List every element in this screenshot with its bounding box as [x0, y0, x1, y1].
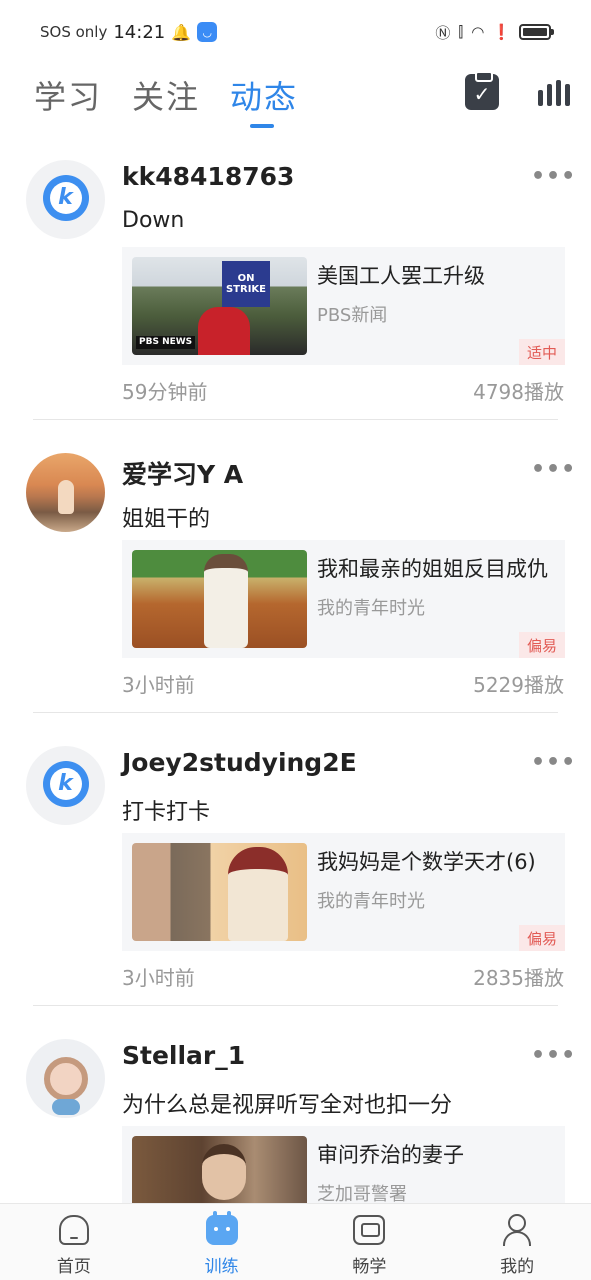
app-logo-pin-icon: k: [42, 760, 89, 816]
carrier-text: SOS only: [40, 23, 108, 41]
divider: [33, 419, 558, 420]
nav-home[interactable]: 首页: [0, 1204, 148, 1280]
difficulty-badge: 偏易: [518, 925, 565, 951]
more-options-icon[interactable]: •••: [531, 164, 576, 189]
status-right: Ⓝ ⫿ ◠ ❗: [435, 22, 554, 43]
battery-icon: [519, 24, 554, 40]
status-left: SOS only 14:21 🔔 ◡: [40, 21, 218, 43]
video-title: 审问乔治的妻子: [317, 1143, 464, 1167]
video-source: 我的青年时光: [317, 891, 425, 912]
vibrate-icon: ⫿: [458, 23, 464, 41]
pbs-news-logo: PBS NEWS: [136, 336, 196, 349]
home-icon: [57, 1213, 91, 1247]
avatar[interactable]: [26, 1039, 105, 1118]
feed-post: 爱学习Y A ••• 姐姐干的 我和最亲的姐姐反目成仇 我的青年时光 偏易 3小…: [0, 443, 591, 736]
tab-study[interactable]: 学习: [34, 72, 102, 118]
video-source: PBS新闻: [317, 305, 388, 326]
nav-label: 首页: [56, 1257, 91, 1277]
clock-time: 14:21: [113, 21, 166, 43]
nav-label: 畅学: [352, 1257, 387, 1277]
video-card[interactable]: 我妈妈是个数学天才(6) 我的青年时光 偏易: [122, 833, 565, 951]
avatar[interactable]: k: [26, 746, 105, 825]
video-title: 我妈妈是个数学天才(6): [317, 850, 536, 874]
video-thumbnail: [132, 843, 307, 941]
post-text: Down: [122, 208, 185, 233]
more-options-icon[interactable]: •••: [531, 1043, 576, 1068]
bottom-nav: 首页 训练 畅学 我的: [0, 1203, 591, 1280]
username[interactable]: 爱学习Y A: [122, 455, 243, 491]
nav-label: 训练: [204, 1257, 239, 1277]
feed-post: k Joey2studying2E ••• 打卡打卡 我妈妈是个数学天才(6) …: [0, 736, 591, 1029]
nav-profile[interactable]: 我的: [443, 1204, 591, 1280]
avatar[interactable]: [26, 453, 105, 532]
divider: [33, 1005, 558, 1006]
post-text: 为什么总是视屏听写全对也扣一分: [122, 1093, 453, 1118]
alert-icon: ❗: [492, 23, 511, 41]
post-time: 3小时前: [122, 673, 195, 697]
difficulty-badge: 适中: [518, 339, 565, 365]
post-time: 59分钟前: [122, 380, 208, 404]
feed-post: k kk48418763 ••• Down ON STRIKE PBS NEWS…: [0, 150, 591, 443]
divider: [33, 712, 558, 713]
play-count: 4798播放: [473, 380, 564, 404]
video-source: 我的青年时光: [317, 598, 425, 619]
wifi-icon: ◠: [471, 23, 485, 41]
nfc-icon: Ⓝ: [435, 23, 451, 42]
tab-feed[interactable]: 动态: [230, 72, 298, 118]
tab-following[interactable]: 关注: [132, 72, 200, 118]
username[interactable]: Stellar_1: [122, 1041, 245, 1070]
nav-training[interactable]: 训练: [148, 1204, 296, 1280]
app-notification-icon: ◡: [197, 22, 218, 42]
difficulty-badge: 偏易: [518, 632, 565, 658]
video-thumbnail: ON STRIKE PBS NEWS: [132, 257, 307, 355]
status-bar: SOS only 14:21 🔔 ◡ Ⓝ ⫿ ◠ ❗: [0, 0, 591, 64]
video-card[interactable]: ON STRIKE PBS NEWS 美国工人罢工升级 PBS新闻 适中: [122, 247, 565, 365]
post-text: 姐姐干的: [122, 507, 211, 532]
profile-icon: [500, 1213, 534, 1247]
post-text: 打卡打卡: [122, 800, 211, 825]
nav-label: 我的: [500, 1257, 535, 1277]
video-title: 美国工人罢工升级: [317, 264, 485, 288]
thumbnail-sign-text: ON STRIKE: [222, 261, 270, 307]
username[interactable]: Joey2studying2E: [122, 748, 357, 777]
top-nav: 学习 关注 动态 ✓: [0, 64, 591, 134]
nav-learn[interactable]: 畅学: [296, 1204, 444, 1280]
play-count: 5229播放: [473, 673, 564, 697]
video-title: 我和最亲的姐姐反目成仇: [317, 557, 548, 581]
checkin-clipboard-icon[interactable]: ✓: [465, 71, 499, 110]
post-time: 3小时前: [122, 966, 195, 990]
training-icon: [205, 1211, 239, 1247]
more-options-icon[interactable]: •••: [531, 457, 576, 482]
more-options-icon[interactable]: •••: [531, 750, 576, 775]
play-count: 2835播放: [473, 966, 564, 990]
username[interactable]: kk48418763: [122, 162, 294, 191]
app-logo-pin-icon: k: [42, 174, 89, 230]
tv-icon: [352, 1213, 386, 1247]
ranking-bars-icon[interactable]: [538, 80, 570, 106]
video-thumbnail: [132, 550, 307, 648]
feed-list: k kk48418763 ••• Down ON STRIKE PBS NEWS…: [0, 150, 591, 1280]
avatar[interactable]: k: [26, 160, 105, 239]
bell-icon: 🔔: [171, 22, 192, 42]
video-card[interactable]: 我和最亲的姐姐反目成仇 我的青年时光 偏易: [122, 540, 565, 658]
active-tab-indicator: [250, 124, 274, 128]
